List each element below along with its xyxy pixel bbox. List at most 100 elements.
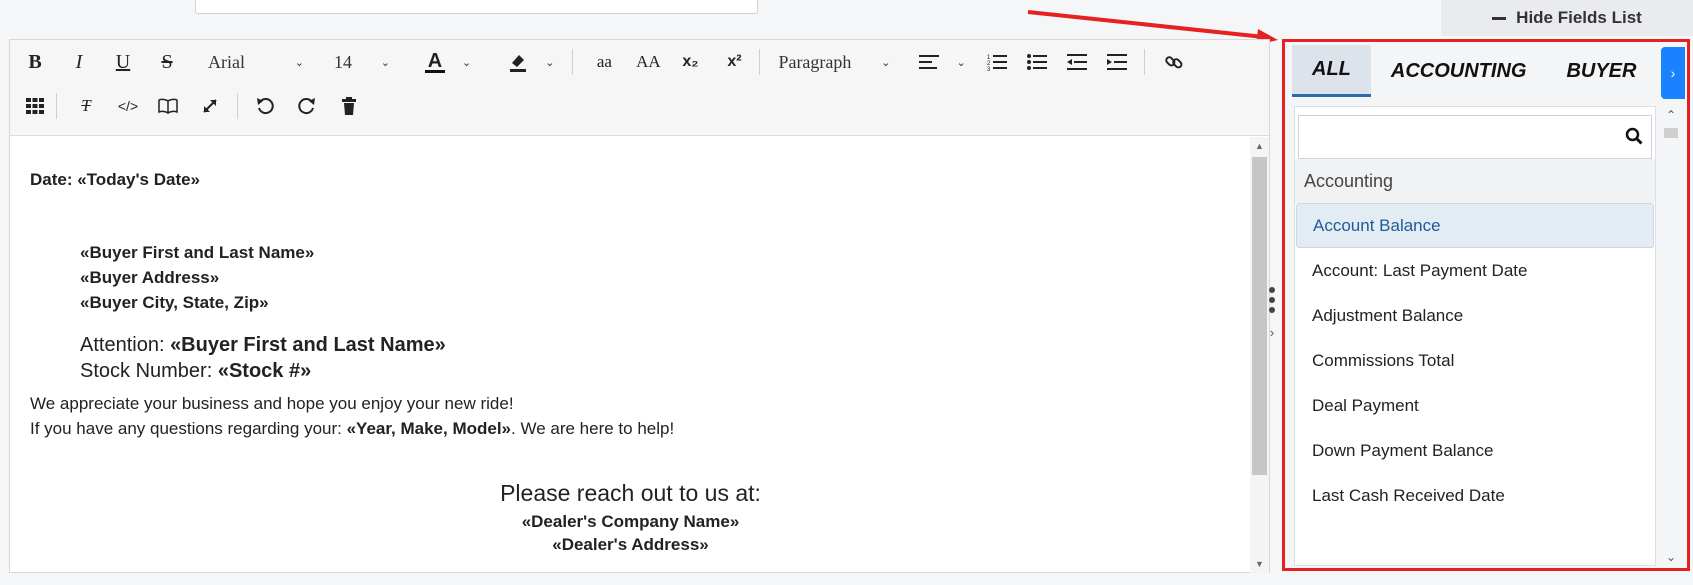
field-item[interactable]: Last Cash Received Date [1296, 473, 1654, 518]
field-search [1298, 115, 1652, 159]
toolbar-row-1: B I U S Arial ⌄ 14 ⌄ A ⌄ ⌄ aa AA x₂ x² P… [10, 40, 1187, 84]
editor-scrollbar[interactable]: ▲ ▼ [1250, 137, 1269, 573]
outdent-button[interactable] [1064, 47, 1090, 77]
code-view-button[interactable]: </> [113, 91, 143, 121]
toolbar-divider [759, 49, 761, 75]
clear-format-button[interactable]: T [73, 91, 99, 121]
redo-icon [298, 98, 315, 115]
attention-field: «Buyer First and Last Name» [170, 334, 446, 356]
lowercase-button[interactable]: aa [589, 47, 619, 77]
field-item[interactable]: Deal Payment [1296, 383, 1654, 428]
chevron-down-icon[interactable]: ⌄ [545, 56, 554, 69]
minus-icon [1492, 16, 1507, 20]
chevron-up-icon[interactable]: ⌃ [1661, 108, 1681, 122]
font-size-select[interactable]: 14 ⌄ [334, 52, 390, 73]
italic-button[interactable]: I [64, 47, 94, 77]
bullet-list-button[interactable] [1024, 47, 1050, 77]
paragraph-value: Paragraph [778, 51, 852, 72]
panel-splitter[interactable]: › [1266, 285, 1278, 355]
field-category-tabs: ALL ACCOUNTING BUYER [1292, 45, 1676, 97]
fields-scrollbar[interactable]: ⌃ ⌄ [1661, 106, 1681, 566]
uppercase-button[interactable]: AA [631, 47, 665, 77]
trash-icon [342, 97, 356, 115]
scrollbar-thumb[interactable] [1252, 157, 1267, 475]
chevron-right-icon[interactable]: › [1270, 325, 1274, 340]
dealer-company-field: «Dealer's Company Name» [521, 512, 740, 531]
redo-button[interactable] [294, 91, 320, 121]
bullet-list-icon [1026, 54, 1047, 70]
expand-icon [203, 99, 217, 113]
font-size-value: 14 [334, 51, 352, 72]
date-line: Date: «Today's Date» [30, 170, 201, 189]
font-family-select[interactable]: Arial ⌄ [208, 52, 304, 73]
delete-button[interactable] [336, 91, 362, 121]
ordered-list-button[interactable]: 123 [984, 47, 1010, 77]
table-icon [26, 98, 44, 114]
code-icon: </> [117, 98, 139, 114]
attention-label: Attention: [80, 334, 171, 356]
indent-button[interactable] [1104, 47, 1130, 77]
chevron-down-icon[interactable]: ⌄ [956, 56, 965, 69]
book-icon [158, 98, 178, 114]
undo-icon [257, 98, 274, 115]
link-button[interactable] [1161, 47, 1187, 77]
scrollbar-thumb[interactable] [1664, 128, 1678, 138]
field-item[interactable]: Adjustment Balance [1296, 293, 1654, 338]
field-item[interactable]: Down Payment Balance [1296, 428, 1654, 473]
toolbar-divider [237, 93, 238, 119]
chevron-down-icon[interactable]: ⌄ [1661, 550, 1681, 564]
page: Hide Fields List B I U S Arial ⌄ 14 ⌄ A … [0, 0, 1693, 585]
toolbar-divider [572, 49, 574, 75]
stock-field: «Stock #» [217, 360, 312, 382]
chevron-down-icon: ⌄ [294, 56, 304, 69]
chevron-down-icon[interactable]: ⌄ [462, 56, 471, 69]
toolbar-row-2: T </> [10, 84, 362, 128]
field-item[interactable]: Account Balance [1296, 203, 1654, 248]
superscript-button[interactable]: x² [719, 47, 749, 77]
subscript-button[interactable]: x₂ [675, 47, 705, 77]
tab-all[interactable]: ALL [1292, 45, 1371, 97]
field-group-header: Accounting [1295, 159, 1655, 203]
align-left-icon [919, 55, 940, 69]
chevron-right-icon: › [1670, 65, 1676, 81]
field-search-input[interactable] [1299, 116, 1651, 158]
underline-button[interactable]: U [108, 47, 138, 77]
highlight-button[interactable] [503, 47, 533, 77]
table-button[interactable] [22, 91, 48, 121]
buyer-address-field: «Buyer Address» [80, 268, 220, 287]
stock-label: Stock Number: [80, 360, 218, 382]
rich-text-editor: B I U S Arial ⌄ 14 ⌄ A ⌄ ⌄ aa AA x₂ x² P… [9, 39, 1270, 573]
editor-toolbar: B I U S Arial ⌄ 14 ⌄ A ⌄ ⌄ aa AA x₂ x² P… [10, 40, 1269, 136]
buyer-name-field: «Buyer First and Last Name» [80, 243, 315, 262]
hide-fields-button[interactable]: Hide Fields List [1441, 0, 1693, 36]
indent-icon [1106, 54, 1127, 70]
strikethrough-button[interactable]: S [152, 47, 182, 77]
tab-buyer[interactable]: BUYER [1546, 45, 1656, 97]
scroll-up-icon[interactable]: ▲ [1250, 141, 1269, 151]
bold-button[interactable]: B [20, 47, 50, 77]
field-item[interactable]: Commissions Total [1296, 338, 1654, 383]
paragraph-select[interactable]: Paragraph ⌄ [778, 52, 890, 73]
body-line-2-post: . We are here to help! [511, 419, 675, 438]
link-icon [1164, 56, 1183, 69]
ordered-list-icon: 123 [987, 55, 1007, 71]
buyer-city-field: «Buyer City, State, Zip» [80, 293, 269, 312]
body-text: We appreciate your business and hope you… [30, 391, 674, 441]
attention-block: Attention: «Buyer First and Last Name» S… [80, 332, 446, 384]
field-item[interactable]: Account: Last Payment Date [1296, 248, 1654, 293]
tabs-next-button[interactable]: › [1661, 47, 1685, 99]
toolbar-divider [56, 93, 57, 119]
book-button[interactable] [155, 91, 181, 121]
fullscreen-button[interactable] [197, 91, 223, 121]
tab-accounting[interactable]: ACCOUNTING [1371, 45, 1547, 97]
editor-content[interactable]: Date: «Today's Date» «Buyer First and La… [10, 137, 1251, 573]
hide-fields-label: Hide Fields List [1516, 8, 1642, 27]
font-color-button[interactable]: A [420, 47, 450, 77]
scroll-down-icon[interactable]: ▼ [1250, 559, 1269, 569]
title-input[interactable] [195, 0, 758, 14]
svg-text:3: 3 [987, 67, 991, 71]
align-button[interactable] [916, 47, 942, 77]
fields-list-panel: ALL ACCOUNTING BUYER › Accounting Accoun… [1282, 39, 1690, 571]
undo-button[interactable] [252, 91, 278, 121]
search-icon[interactable] [1625, 127, 1643, 145]
